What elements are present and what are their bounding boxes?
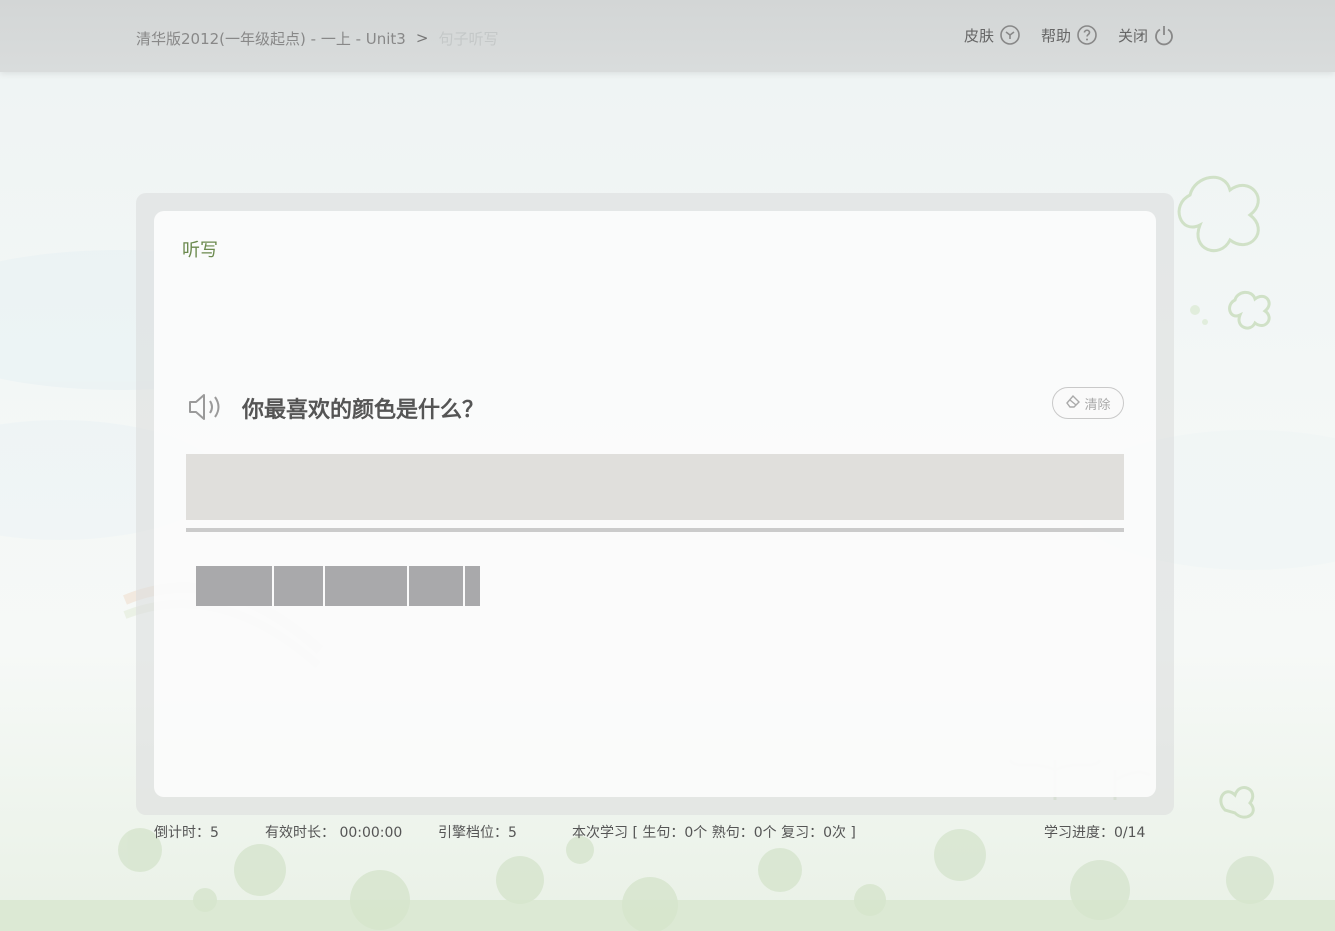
skin-icon: [999, 24, 1021, 46]
word-block: [409, 566, 463, 606]
answer-underline: [186, 528, 1124, 532]
close-label: 关闭: [1117, 26, 1148, 45]
countdown-status: 倒计时：5: [154, 822, 219, 842]
countdown-label: 倒计时：: [154, 825, 210, 841]
breadcrumb-separator: >: [415, 29, 429, 47]
engine-value: 5: [508, 825, 517, 841]
eraser-icon: [1065, 393, 1081, 413]
clear-button[interactable]: 清除: [1052, 387, 1124, 419]
word-block: [465, 566, 480, 606]
power-icon: [1153, 24, 1175, 46]
word-block: [274, 566, 323, 606]
answer-input[interactable]: [186, 454, 1124, 520]
breadcrumb-current: 句子听写: [438, 29, 499, 48]
progress-label: 学习进度：: [1044, 825, 1114, 841]
close-button[interactable]: 关闭: [1118, 24, 1175, 46]
session-status: 本次学习 [ 生句：0个 熟句：0个 复习：0次 ]: [572, 825, 856, 841]
help-icon: [1076, 24, 1098, 46]
top-actions: 皮肤 帮助 关闭: [964, 24, 1175, 46]
word-length-hints: [196, 566, 480, 606]
progress-status: 学习进度：0/14: [1044, 822, 1145, 842]
progress-value: 0/14: [1114, 825, 1146, 841]
engine-status: 引擎档位：5: [438, 822, 517, 842]
speaker-icon[interactable]: [186, 390, 226, 424]
clear-label: 清除: [1084, 397, 1111, 413]
engine-label: 引擎档位：: [438, 825, 508, 841]
top-bar: 清华版2012(一年级起点) - 一上 - Unit3 > 句子听写 皮肤 帮助…: [0, 0, 1335, 72]
sentence-text: 你最喜欢的颜色是什么？: [242, 398, 485, 423]
duration-value: 00:00:00: [339, 825, 403, 841]
word-block: [196, 566, 272, 606]
skin-label: 皮肤: [963, 26, 994, 45]
panel-title: 听写: [182, 240, 218, 261]
breadcrumb-path[interactable]: 清华版2012(一年级起点) - 一上 - Unit3: [136, 28, 406, 49]
skin-button[interactable]: 皮肤: [964, 24, 1021, 46]
duration-label: 有效时长：: [265, 825, 335, 841]
countdown-value: 5: [210, 825, 219, 841]
help-button[interactable]: 帮助: [1041, 24, 1098, 46]
word-block: [325, 566, 407, 606]
help-label: 帮助: [1040, 26, 1071, 45]
breadcrumb: 清华版2012(一年级起点) - 一上 - Unit3 > 句子听写: [136, 28, 498, 48]
duration-status: 有效时长： 00:00:00: [265, 822, 402, 842]
